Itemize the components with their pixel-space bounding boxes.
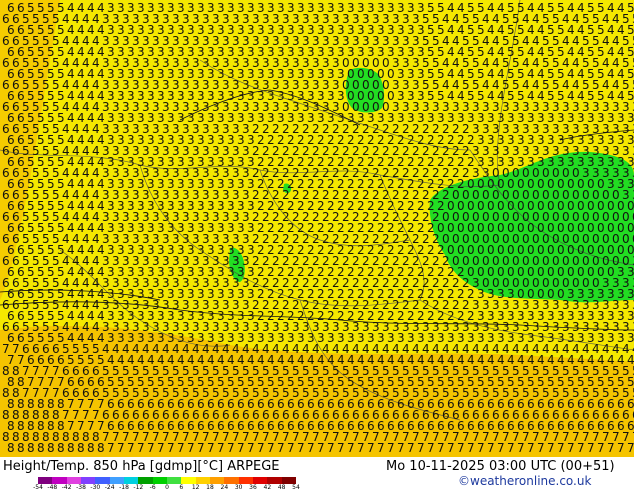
temperature-digit: 7 [487,441,495,455]
legend-swatch [81,477,96,484]
temperature-digit: 7 [347,441,355,455]
legend-swatch [167,477,182,484]
temperature-digit: 7 [337,441,345,455]
temperature-digit: 7 [567,441,575,455]
temperature-digit: 7 [177,441,185,455]
temperature-digit: 7 [447,441,455,455]
legend-swatch [238,477,254,484]
temperature-digit: 7 [387,441,395,455]
legend-swatch [224,477,240,484]
temperature-digit: 7 [127,441,135,455]
temperature-digit: 7 [217,441,225,455]
footer-bar: Height/Temp. 850 hPa [gdmp][°C] ARPEGE M… [0,457,634,491]
map-title: Height/Temp. 850 hPa [gdmp][°C] ARPEGE [3,459,280,474]
legend-swatch [52,477,68,484]
forecast-time: Mo 10-11-2025 03:00 UTC (00+51) [386,459,615,474]
temperature-digit: 7 [577,441,585,455]
temperature-digit: 8 [27,441,35,455]
temperature-digit: 7 [187,441,195,455]
temperature-digit: 8 [87,441,95,455]
temperature-digit: 7 [307,441,315,455]
temperature-digit: 7 [327,441,335,455]
temperature-digit: 7 [107,441,115,455]
temperature-digit: 7 [357,441,365,455]
credit-link[interactable]: ©weatheronline.co.uk [458,474,591,488]
temperature-digit: 7 [607,441,615,455]
temperature-digit: 8 [7,441,15,455]
temperature-digit: 7 [137,441,145,455]
temperature-digit: 7 [517,441,525,455]
temperature-digit: 7 [417,441,425,455]
temperature-digit: 7 [527,441,535,455]
map-canvas: 6655554444333333333333333333333333333333… [0,0,634,457]
temperature-digit: 7 [377,441,385,455]
legend-swatch [195,477,211,484]
temperature-digit: 7 [457,441,465,455]
legend-swatch [66,477,82,484]
temperature-digit: 7 [267,441,275,455]
temperature-digit: 8 [77,441,85,455]
temperature-digit: 7 [437,441,445,455]
temperature-digit: 7 [157,441,165,455]
temperature-digit: 7 [497,441,505,455]
weather-map: 6655554444333333333333333333333333333333… [0,0,634,457]
temperature-digit: 7 [287,441,295,455]
temperature-digit: 8 [97,441,105,455]
legend-swatch [267,477,283,484]
legend-swatch [138,477,154,484]
legend-swatch [210,477,225,484]
temperature-digit: 7 [197,441,205,455]
temperature-digit: 7 [117,441,125,455]
temperature-digit: 7 [507,441,515,455]
temperature-digit: 7 [247,441,255,455]
temperature-digit: 7 [617,441,625,455]
temperature-digit: 7 [627,441,634,455]
temperature-digit: 7 [477,441,485,455]
temperature-digit: 7 [317,441,325,455]
temperature-digit: 7 [597,441,605,455]
temperature-digit: 7 [167,441,175,455]
legend-swatch [124,477,139,484]
temperature-digit: 7 [427,441,435,455]
temperature-digit: 7 [397,441,405,455]
temperature-digit: 7 [557,441,565,455]
temperature-digit: 7 [277,441,285,455]
temperature-digit: 7 [297,441,305,455]
temperature-digit: 8 [57,441,65,455]
temperature-digit: 7 [237,441,245,455]
legend-swatch [281,477,297,484]
temperature-digit: 8 [47,441,55,455]
temperature-digit: 7 [587,441,595,455]
temperature-digit: 8 [67,441,75,455]
legend-swatch [109,477,125,484]
temperature-digit: 7 [407,441,415,455]
temperature-digit: 7 [207,441,215,455]
temperature-digit: 7 [367,441,375,455]
temperature-digit: 7 [147,441,155,455]
temperature-digit: 7 [537,441,545,455]
temperature-digit: 7 [547,441,555,455]
legend-swatch [152,477,168,484]
legend-swatch [38,477,53,484]
temperature-digit: 7 [467,441,475,455]
temperature-digit-labels: 6655554444333333333333333333333333333333… [2,1,634,455]
temperature-digit: 7 [257,441,265,455]
legend-swatch [253,477,268,484]
temperature-digit: 8 [37,441,45,455]
legend-swatch [181,477,197,484]
temperature-digit: 8 [17,441,25,455]
color-legend: -54 -48 -42 -38 -30 -24 -18 -12 -6 0 6 12 18 24 30 36 42… [33,477,300,491]
legend-swatch [95,477,111,484]
temperature-digit: 7 [227,441,235,455]
